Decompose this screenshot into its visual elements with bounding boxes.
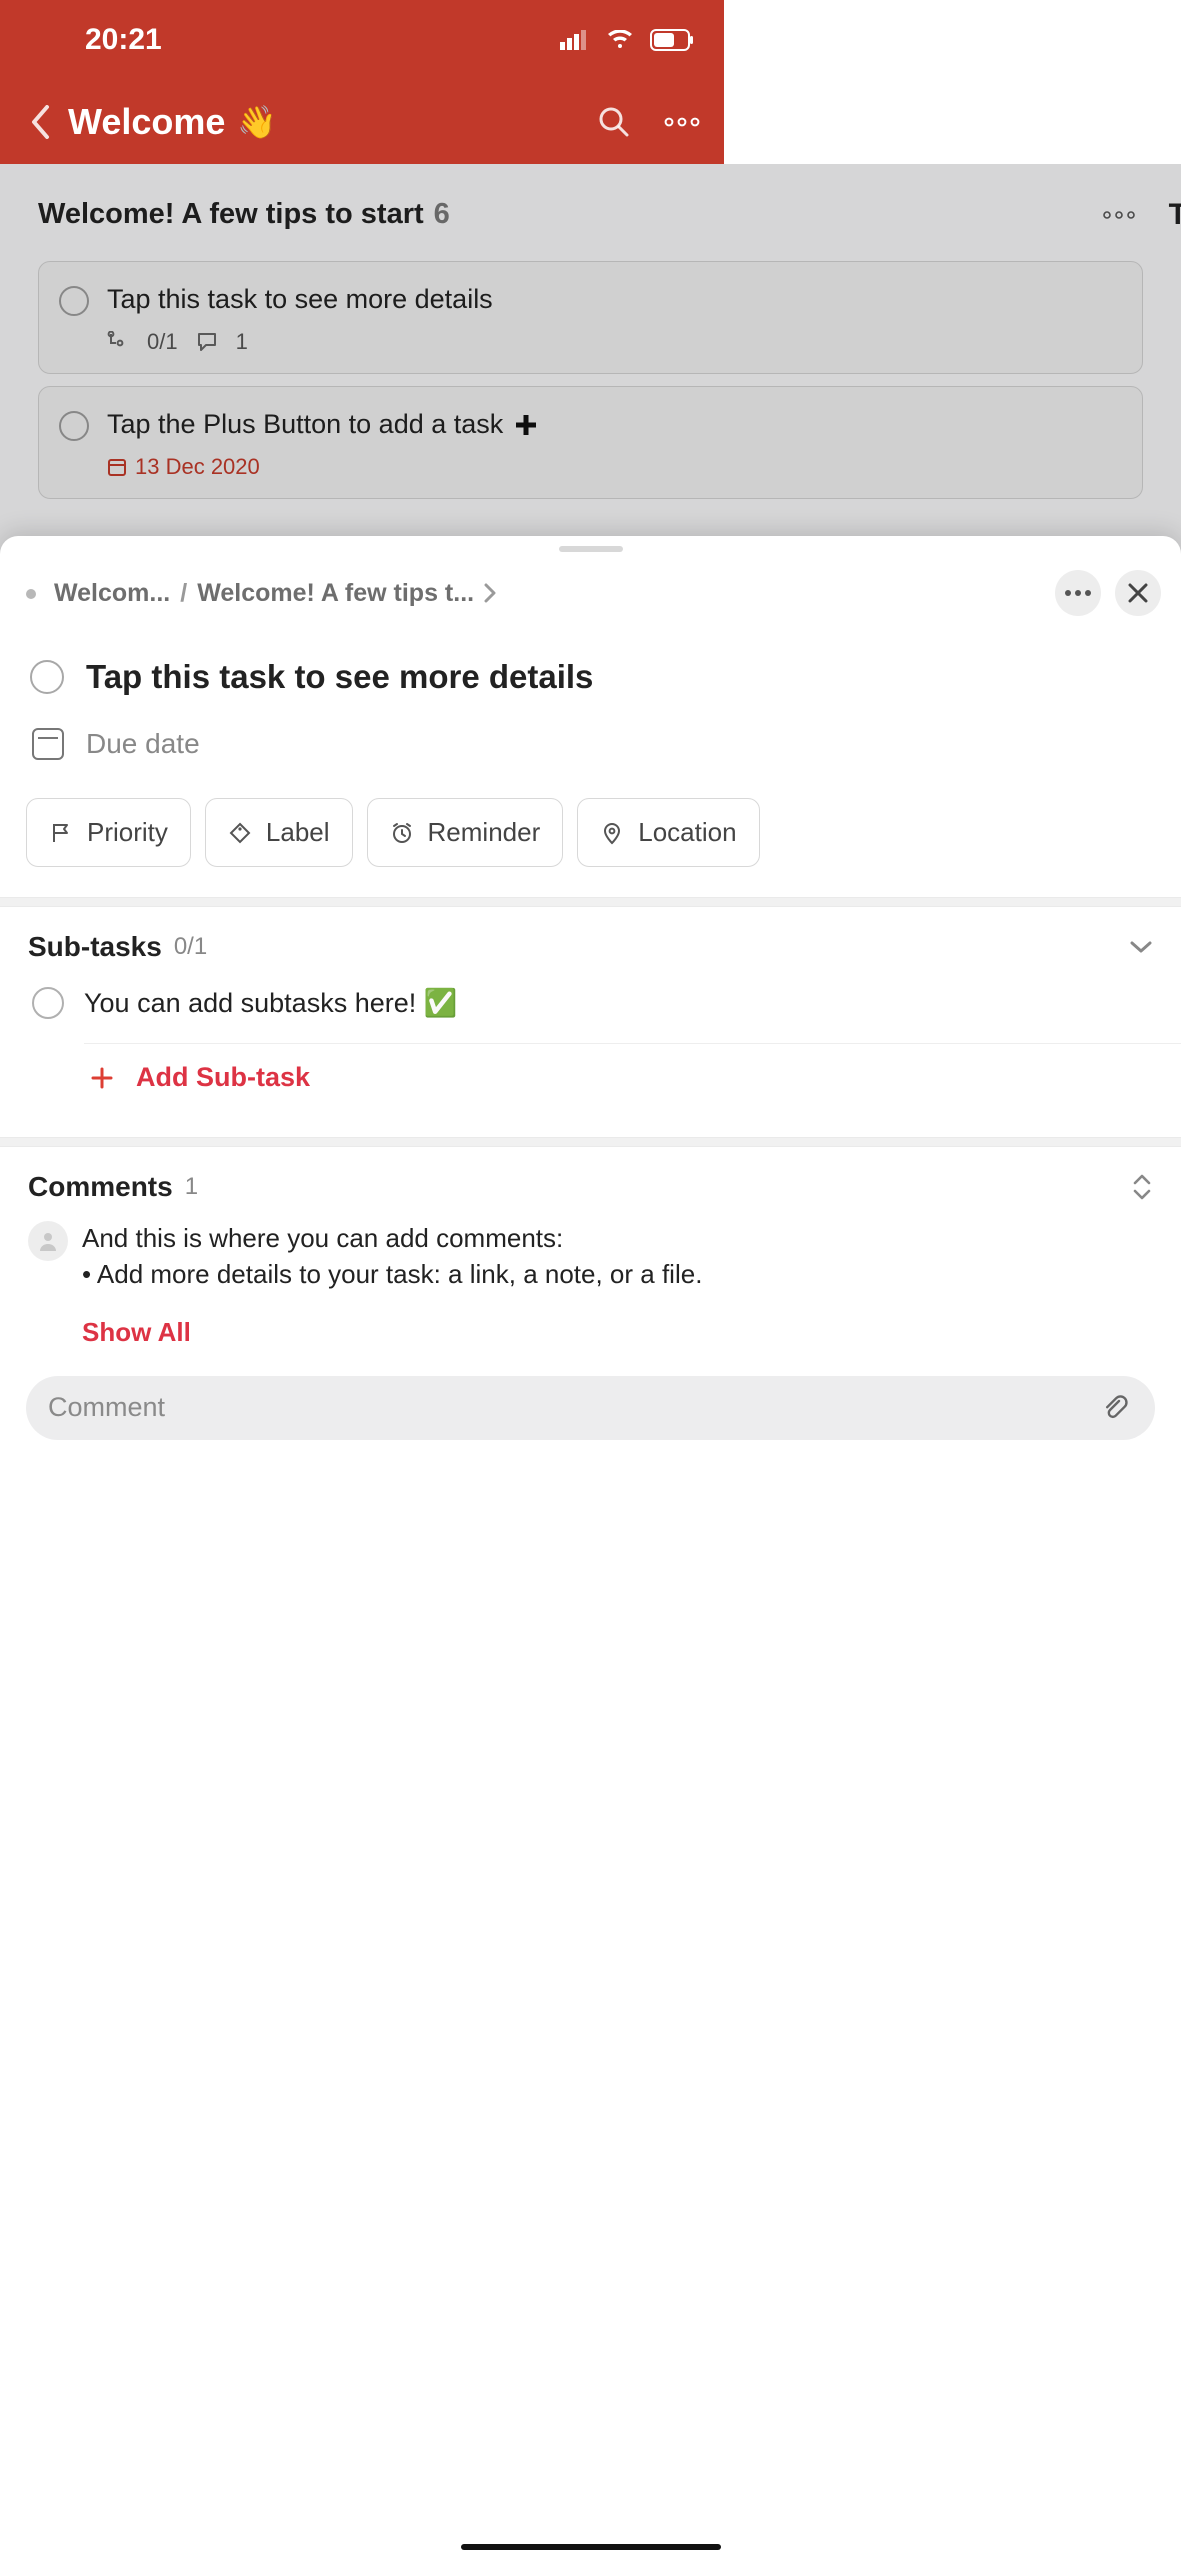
subtasks-icon bbox=[107, 331, 129, 353]
plus-icon bbox=[513, 412, 539, 438]
section-task-count: 6 bbox=[434, 198, 450, 231]
task-card-title: Tap this task to see more details bbox=[107, 284, 1122, 315]
subtask-title: You can add subtasks here! ✅ bbox=[84, 987, 457, 1019]
subtasks-header[interactable]: Sub-tasks 0/1 bbox=[28, 931, 1153, 963]
priority-chip[interactable]: Priority bbox=[26, 798, 191, 867]
chip-label: Priority bbox=[87, 817, 168, 848]
breadcrumb-project[interactable]: Welcom... bbox=[54, 579, 170, 608]
breadcrumb-separator: / bbox=[180, 579, 187, 608]
comment-input[interactable]: Comment bbox=[26, 1376, 1155, 1440]
task-card[interactable]: Tap the Plus Button to add a task 13 Dec… bbox=[38, 386, 1143, 499]
cellular-icon bbox=[560, 30, 590, 50]
sort-toggle-icon[interactable] bbox=[1131, 1173, 1153, 1201]
section-title: Welcome! A few tips to start bbox=[38, 198, 424, 231]
section-header[interactable]: Welcome! A few tips to start 6 T bbox=[0, 164, 1181, 249]
add-subtask-button[interactable]: Add Sub-task bbox=[84, 1043, 1181, 1113]
breadcrumb-section[interactable]: Welcome! A few tips t... bbox=[197, 579, 474, 608]
calendar-icon bbox=[32, 728, 64, 760]
subtask-item[interactable]: You can add subtasks here! ✅ bbox=[28, 963, 1153, 1043]
show-all-comments-button[interactable]: Show All bbox=[28, 1299, 1153, 1358]
add-subtask-label: Add Sub-task bbox=[136, 1062, 310, 1093]
chip-label: Location bbox=[638, 817, 736, 848]
avatar bbox=[28, 1221, 68, 1261]
task-title[interactable]: Tap this task to see more details bbox=[86, 658, 593, 696]
chip-label: Reminder bbox=[428, 817, 541, 848]
comments-count: 1 bbox=[185, 1173, 198, 1201]
next-section-hint: T bbox=[1169, 198, 1181, 232]
subtasks-count: 0/1 bbox=[147, 329, 178, 355]
task-card[interactable]: Tap this task to see more details 0/1 1 bbox=[38, 261, 1143, 374]
task-checkbox[interactable] bbox=[59, 286, 89, 316]
subtask-checkbox[interactable] bbox=[32, 987, 64, 1019]
reminder-chip[interactable]: Reminder bbox=[367, 798, 564, 867]
calendar-icon bbox=[107, 457, 127, 477]
section-more-icon[interactable] bbox=[1099, 211, 1139, 219]
app-header: Welcome 👋 bbox=[0, 80, 724, 164]
comments-title: Comments bbox=[28, 1171, 173, 1203]
task-actions-row[interactable]: Priority Label Reminder Location bbox=[0, 798, 1181, 897]
wifi-icon bbox=[606, 30, 634, 50]
comment-placeholder: Comment bbox=[48, 1392, 1099, 1423]
chevron-down-icon[interactable] bbox=[1129, 939, 1153, 955]
label-chip[interactable]: Label bbox=[205, 798, 353, 867]
due-date-button[interactable]: Due date bbox=[0, 706, 1181, 798]
section-divider bbox=[0, 897, 1181, 907]
task-checkbox[interactable] bbox=[59, 411, 89, 441]
comments-header[interactable]: Comments 1 bbox=[28, 1171, 1153, 1203]
back-button[interactable] bbox=[18, 105, 62, 139]
plus-icon bbox=[86, 1065, 118, 1091]
comments-count: 1 bbox=[236, 329, 248, 355]
chevron-right-icon bbox=[484, 583, 504, 603]
location-chip[interactable]: Location bbox=[577, 798, 759, 867]
page-title-text: Welcome bbox=[68, 101, 225, 143]
home-indicator[interactable] bbox=[461, 2544, 721, 2550]
pin-icon bbox=[600, 821, 624, 845]
task-card-title: Tap the Plus Button to add a task bbox=[107, 409, 1122, 440]
task-more-button[interactable] bbox=[1055, 570, 1101, 616]
attachment-icon[interactable] bbox=[1099, 1393, 1133, 1423]
task-card-title-text: Tap the Plus Button to add a task bbox=[107, 409, 503, 440]
task-due-date: 13 Dec 2020 bbox=[135, 454, 260, 480]
page-title: Welcome 👋 bbox=[68, 101, 277, 143]
tag-icon bbox=[228, 821, 252, 845]
alarm-icon bbox=[390, 821, 414, 845]
task-detail-sheet: Welcom... / Welcome! A few tips t... Tap… bbox=[0, 536, 1181, 2560]
search-button[interactable] bbox=[590, 106, 638, 138]
subtasks-title: Sub-tasks bbox=[28, 931, 162, 963]
status-bar: 20:21 bbox=[0, 0, 724, 80]
section-divider bbox=[0, 1137, 1181, 1147]
battery-icon bbox=[650, 29, 694, 51]
status-time: 20:21 bbox=[85, 23, 162, 57]
subtasks-count: 0/1 bbox=[174, 933, 207, 961]
project-color-dot bbox=[26, 589, 36, 599]
more-button[interactable] bbox=[658, 117, 706, 127]
flag-icon bbox=[49, 821, 73, 845]
task-complete-checkbox[interactable] bbox=[30, 660, 64, 694]
comments-icon bbox=[196, 331, 218, 353]
comment-item[interactable]: And this is where you can add comments: … bbox=[28, 1203, 1153, 1299]
breadcrumb[interactable]: Welcom... / Welcome! A few tips t... bbox=[54, 579, 1041, 608]
close-button[interactable] bbox=[1115, 570, 1161, 616]
chip-label: Label bbox=[266, 817, 330, 848]
comment-body: And this is where you can add comments: … bbox=[82, 1221, 1153, 1293]
due-date-placeholder: Due date bbox=[86, 728, 200, 760]
wave-emoji: 👋 bbox=[237, 103, 277, 141]
